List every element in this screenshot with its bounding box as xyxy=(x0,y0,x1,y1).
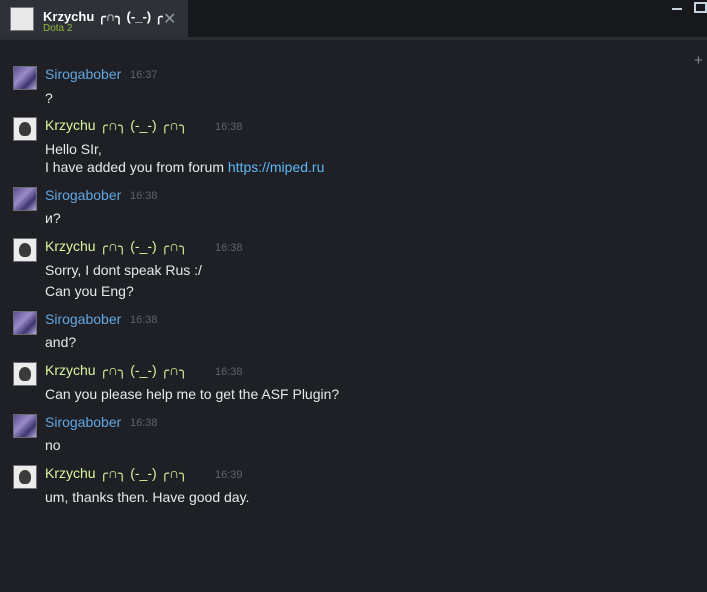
timestamp: 16:38 xyxy=(215,366,243,378)
maximize-icon[interactable] xyxy=(694,2,707,13)
sender-name[interactable]: Sirogabober xyxy=(45,66,121,82)
message-text: Can you please help me to get the ASF Pl… xyxy=(45,386,340,402)
message-text: ? xyxy=(45,90,53,106)
message-text: I have added you from forum https://mipe… xyxy=(45,159,325,175)
avatar xyxy=(13,465,37,489)
message-text: no xyxy=(45,437,61,453)
sender-name[interactable]: Krzychu ╭∩╮ (-_-) ╭∩╮ xyxy=(45,465,188,482)
timestamp: 16:39 xyxy=(215,469,243,481)
message-text: Sorry, I dont speak Rus :/ xyxy=(45,262,202,278)
message-text: Can you Eng? xyxy=(45,283,134,299)
avatar xyxy=(13,66,37,90)
timestamp: 16:38 xyxy=(130,190,158,202)
add-icon[interactable]: + xyxy=(694,52,703,69)
message-text: и? xyxy=(45,210,61,226)
avatar xyxy=(10,7,34,31)
message-text: Hello SIr, xyxy=(45,141,102,157)
title-bar: Krzychu ╭∩╮ (-_-) ╭ Dota 2 ✕ xyxy=(0,0,707,40)
timestamp: 16:38 xyxy=(215,121,243,133)
avatar xyxy=(13,187,37,211)
sender-name[interactable]: Krzychu ╭∩╮ (-_-) ╭∩╮ xyxy=(45,362,188,379)
sender-name[interactable]: Krzychu ╭∩╮ (-_-) ╭∩╮ xyxy=(45,238,188,255)
timestamp: 16:38 xyxy=(130,314,158,326)
timestamp: 16:38 xyxy=(130,417,158,429)
sender-name[interactable]: Sirogabober xyxy=(45,414,121,430)
avatar xyxy=(13,311,37,335)
avatar xyxy=(13,414,37,438)
avatar xyxy=(13,362,37,386)
avatar xyxy=(13,117,37,141)
message-text: um, thanks then. Have good day. xyxy=(45,489,250,505)
tab-game-status: Dota 2 xyxy=(43,23,73,34)
chat-tab-krzychu[interactable]: Krzychu ╭∩╮ (-_-) ╭ Dota 2 ✕ xyxy=(0,0,188,40)
sender-name[interactable]: Sirogabober xyxy=(45,311,121,327)
message-text: and? xyxy=(45,334,77,350)
timestamp: 16:37 xyxy=(130,69,158,81)
minimize-icon[interactable] xyxy=(672,8,682,10)
sender-name[interactable]: Krzychu ╭∩╮ (-_-) ╭∩╮ xyxy=(45,117,188,134)
sender-name[interactable]: Sirogabober xyxy=(45,187,121,203)
close-icon[interactable]: ✕ xyxy=(163,9,176,29)
timestamp: 16:38 xyxy=(215,242,243,254)
message-link[interactable]: https://miped.ru xyxy=(228,159,325,175)
avatar xyxy=(13,238,37,262)
